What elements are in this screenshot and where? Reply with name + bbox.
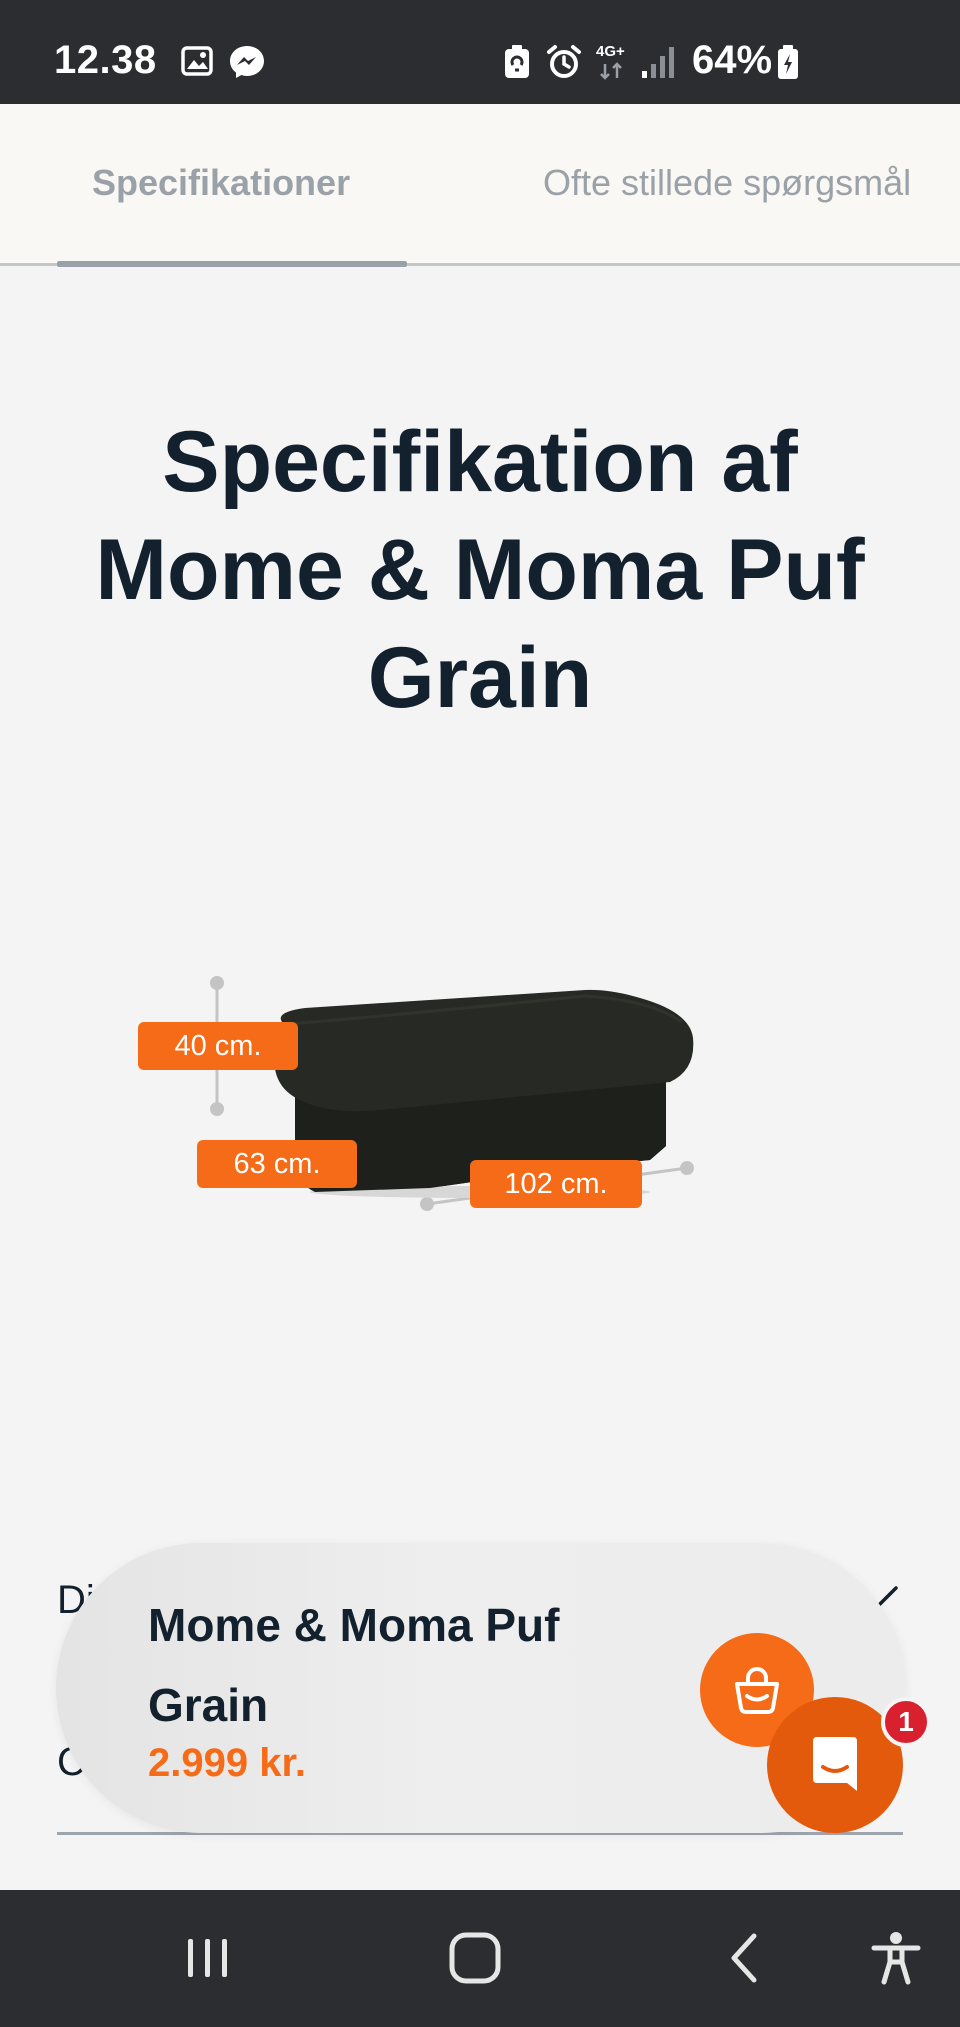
status-bar: 12.38 4G+ 64% (0, 0, 960, 104)
sticky-product-price: 2.999 kr. (148, 1741, 306, 1785)
signal-icon (642, 47, 674, 78)
messenger-icon (230, 46, 264, 78)
accessibility-icon[interactable] (868, 1930, 924, 1986)
cart-bag-icon (735, 1667, 779, 1714)
page-title: Specifikation af Mome & Moma Puf Grain (95, 414, 865, 726)
alarm-icon (547, 45, 581, 78)
chat-notification-badge: 1 (881, 1697, 931, 1747)
dimension-width-tag: 102 cm. (470, 1160, 642, 1208)
network-type: 4G+ (596, 43, 625, 60)
screen: 12.38 4G+ 64% Specifikationer Ofte still… (0, 0, 960, 2027)
battery-icon (778, 45, 798, 79)
tab-faq[interactable]: Ofte stillede spørgsmål (543, 162, 911, 204)
battery-percent: 64% (692, 38, 773, 82)
back-icon[interactable] (718, 1930, 774, 1986)
sticky-product-name: Mome & Moma Puf Grain (148, 1599, 560, 1731)
tab-specifications[interactable]: Specifikationer (92, 162, 350, 204)
battery-saver-icon (505, 45, 529, 78)
system-nav-bar (0, 1890, 960, 2027)
tab-bar: Specifikationer Ofte stillede spørgsmål (0, 104, 960, 267)
data-arrows-icon (600, 62, 622, 80)
home-icon[interactable] (447, 1930, 503, 1986)
recent-apps-icon[interactable] (180, 1930, 236, 1986)
chat-icon (813, 1737, 857, 1791)
dimension-depth-tag: 63 cm. (197, 1140, 357, 1188)
status-time: 12.38 (54, 38, 157, 82)
product-dimension-figure: 40 cm. 63 cm. 102 cm. (130, 960, 720, 1230)
image-icon (181, 46, 213, 76)
dimension-height-tag: 40 cm. (138, 1022, 298, 1070)
active-tab-indicator (57, 261, 407, 267)
